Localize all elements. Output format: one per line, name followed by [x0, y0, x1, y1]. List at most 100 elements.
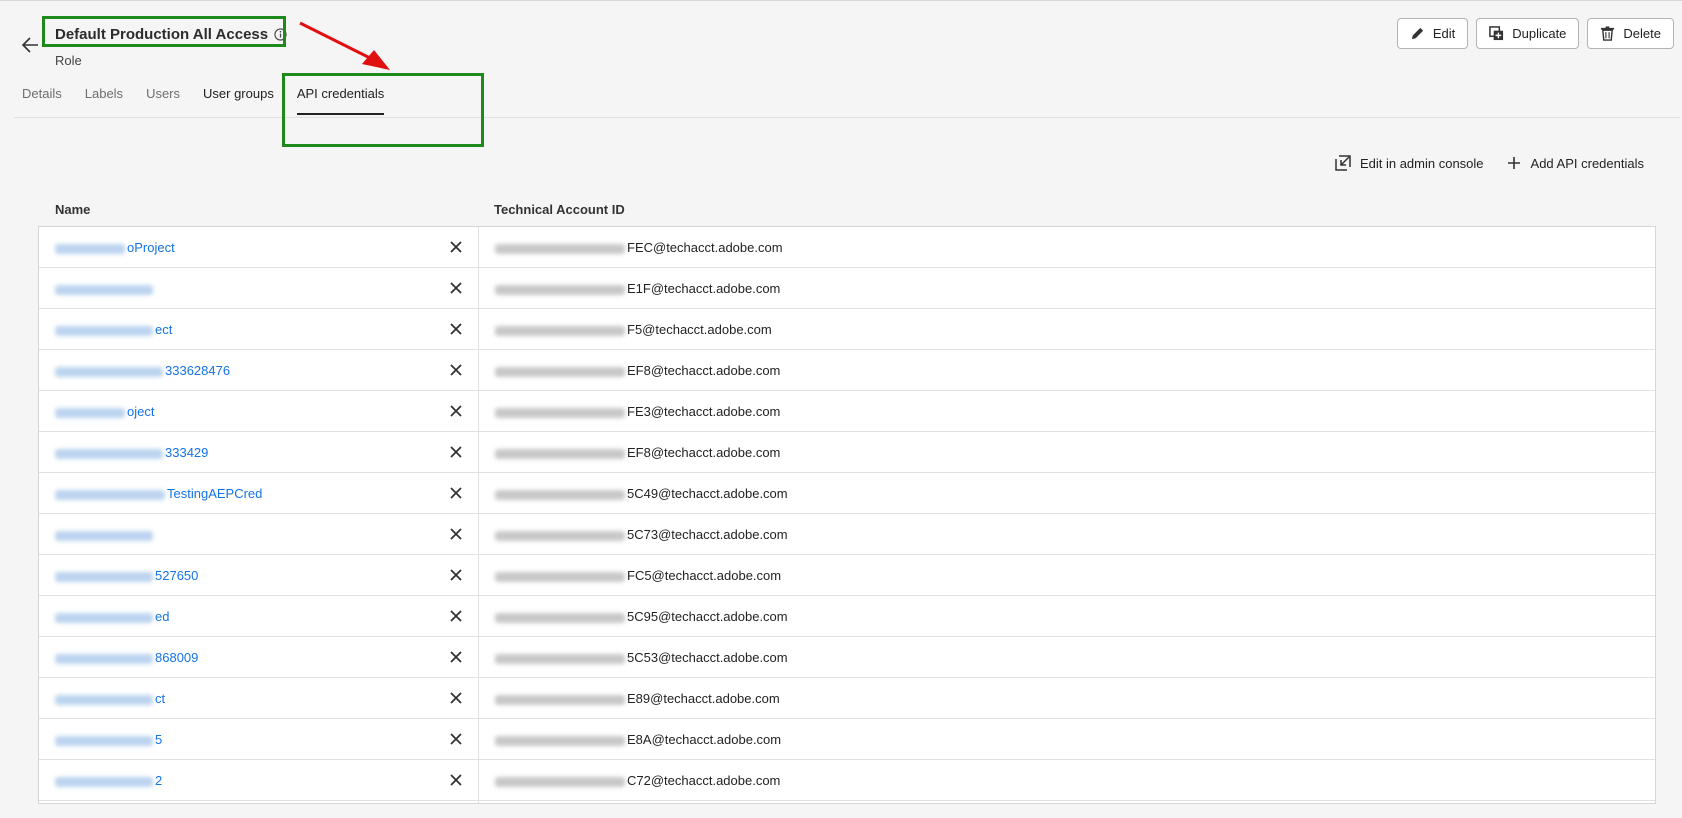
redacted-name — [55, 571, 153, 582]
remove-icon[interactable] — [448, 649, 464, 665]
table-row: TestingAEPCred 5C49@techacct.adobe.com — [39, 473, 1655, 514]
technical-account-id-text: FEC@techacct.adobe.com — [627, 240, 783, 255]
duplicate-button[interactable]: Duplicate — [1476, 18, 1580, 49]
tab-user-groups[interactable]: User groups — [203, 86, 274, 115]
remove-icon[interactable] — [448, 444, 464, 460]
redacted-id — [495, 284, 625, 295]
credential-name-link[interactable]: oject — [55, 404, 154, 419]
credential-name-text: ect — [155, 322, 173, 337]
technical-account-id-text: EF8@techacct.adobe.com — [627, 363, 781, 378]
technical-account-id-text: E8A@techacct.adobe.com — [627, 732, 782, 747]
technical-account-id: 5C95@techacct.adobe.com — [495, 609, 788, 624]
credential-name-text: oProject — [127, 240, 175, 255]
credential-name-text: ct — [155, 691, 166, 706]
redacted-id — [495, 776, 625, 787]
redacted-name — [55, 735, 153, 746]
add-api-credentials-button[interactable]: Add API credentials — [1506, 155, 1644, 171]
technical-account-id: EF8@techacct.adobe.com — [495, 363, 780, 378]
redacted-name — [55, 694, 153, 705]
credential-name-link[interactable]: ect — [55, 322, 172, 337]
remove-icon[interactable] — [448, 403, 464, 419]
remove-icon[interactable] — [448, 239, 464, 255]
credential-name-link[interactable]: oProject — [55, 240, 175, 255]
table-row: ct E89@techacct.adobe.com — [39, 678, 1655, 719]
column-header-technical-account-id[interactable]: Technical Account ID — [494, 202, 625, 217]
table-row: 333628476 EF8@techacct.adobe.com — [39, 350, 1655, 391]
credential-name-text: 333628476 — [165, 363, 231, 378]
technical-account-id-text: C72@techacct.adobe.com — [627, 773, 781, 788]
table-row: 2 C72@techacct.adobe.com — [39, 760, 1655, 801]
credential-name-text: 868009 — [155, 650, 199, 665]
technical-account-id: EF8@techacct.adobe.com — [495, 445, 780, 460]
credential-name-link[interactable] — [55, 281, 155, 296]
credential-name-text: 333429 — [165, 445, 209, 460]
edit-in-admin-console-button[interactable]: Edit in admin console — [1335, 155, 1484, 171]
remove-icon[interactable] — [448, 690, 464, 706]
redacted-id — [495, 571, 625, 582]
remove-icon[interactable] — [448, 772, 464, 788]
redacted-name — [55, 776, 153, 787]
delete-button[interactable]: Delete — [1587, 18, 1674, 49]
remove-icon[interactable] — [448, 485, 464, 501]
table-row: 333429 EF8@techacct.adobe.com — [39, 432, 1655, 473]
header-actions: Edit Duplicate Delete — [1396, 18, 1674, 49]
table-row: E1F@techacct.adobe.com — [39, 268, 1655, 309]
table-row: oProject FEC@techacct.adobe.com — [39, 227, 1655, 268]
table-row: 868009 5C53@techacct.adobe.com — [39, 637, 1655, 678]
credential-name-link[interactable]: ed — [55, 609, 169, 624]
credential-name-link[interactable]: TestingAEPCred — [55, 486, 262, 501]
technical-account-id-text: 5C73@techacct.adobe.com — [627, 527, 788, 542]
redacted-name — [55, 489, 165, 500]
title-highlight-box — [42, 16, 286, 47]
duplicate-icon — [1489, 26, 1504, 41]
redacted-id — [495, 653, 625, 664]
tab-labels[interactable]: Labels — [85, 86, 123, 115]
technical-account-id: C72@techacct.adobe.com — [495, 773, 780, 788]
technical-account-id-text: FE3@techacct.adobe.com — [627, 404, 781, 419]
edit-button[interactable]: Edit — [1396, 18, 1469, 49]
technical-account-id: FE3@techacct.adobe.com — [495, 404, 780, 419]
remove-icon[interactable] — [448, 608, 464, 624]
table-toolbar: Edit in admin console Add API credential… — [1335, 155, 1644, 171]
add-api-credentials-label: Add API credentials — [1530, 155, 1644, 171]
credential-name-link[interactable]: 868009 — [55, 650, 198, 665]
redacted-id — [495, 735, 625, 746]
remove-icon[interactable] — [448, 280, 464, 296]
tabs-divider — [14, 117, 1680, 118]
technical-account-id: 5C73@techacct.adobe.com — [495, 527, 788, 542]
credential-name-text: oject — [127, 404, 155, 419]
credential-name-link[interactable]: 527650 — [55, 568, 198, 583]
technical-account-id: FEC@techacct.adobe.com — [495, 240, 783, 255]
column-header-name[interactable]: Name — [55, 202, 90, 217]
back-arrow-icon[interactable] — [20, 34, 42, 56]
credential-name-link[interactable]: 5 — [55, 732, 162, 747]
red-arrow-annotation — [299, 21, 390, 70]
tab-details[interactable]: Details — [22, 86, 62, 115]
redacted-id — [495, 694, 625, 705]
table-row: 5C73@techacct.adobe.com — [39, 514, 1655, 555]
credential-name-link[interactable]: 2 — [55, 773, 162, 788]
credential-name-link[interactable]: 333429 — [55, 445, 208, 460]
credential-name-link[interactable]: 333628476 — [55, 363, 230, 378]
technical-account-id-text: FC5@techacct.adobe.com — [627, 568, 782, 583]
credential-name-link[interactable]: ct — [55, 691, 165, 706]
remove-icon[interactable] — [448, 731, 464, 747]
technical-account-id: E8A@techacct.adobe.com — [495, 732, 781, 747]
remove-icon[interactable] — [448, 567, 464, 583]
remove-icon[interactable] — [448, 362, 464, 378]
remove-icon[interactable] — [448, 526, 464, 542]
tab-highlight-box — [282, 73, 484, 147]
edit-button-label: Edit — [1432, 26, 1456, 41]
table-row: ed 5C95@techacct.adobe.com — [39, 596, 1655, 637]
credential-name-link[interactable] — [55, 527, 155, 542]
table-row: 5 E8A@techacct.adobe.com — [39, 719, 1655, 760]
redacted-name — [55, 284, 153, 295]
table-row: oject FE3@techacct.adobe.com — [39, 391, 1655, 432]
remove-icon[interactable] — [448, 321, 464, 337]
redacted-name — [55, 530, 153, 541]
redacted-id — [495, 407, 625, 418]
trash-icon — [1601, 26, 1615, 41]
technical-account-id-text: EF8@techacct.adobe.com — [627, 445, 781, 460]
tab-users[interactable]: Users — [146, 86, 180, 115]
technical-account-id: FC5@techacct.adobe.com — [495, 568, 781, 583]
